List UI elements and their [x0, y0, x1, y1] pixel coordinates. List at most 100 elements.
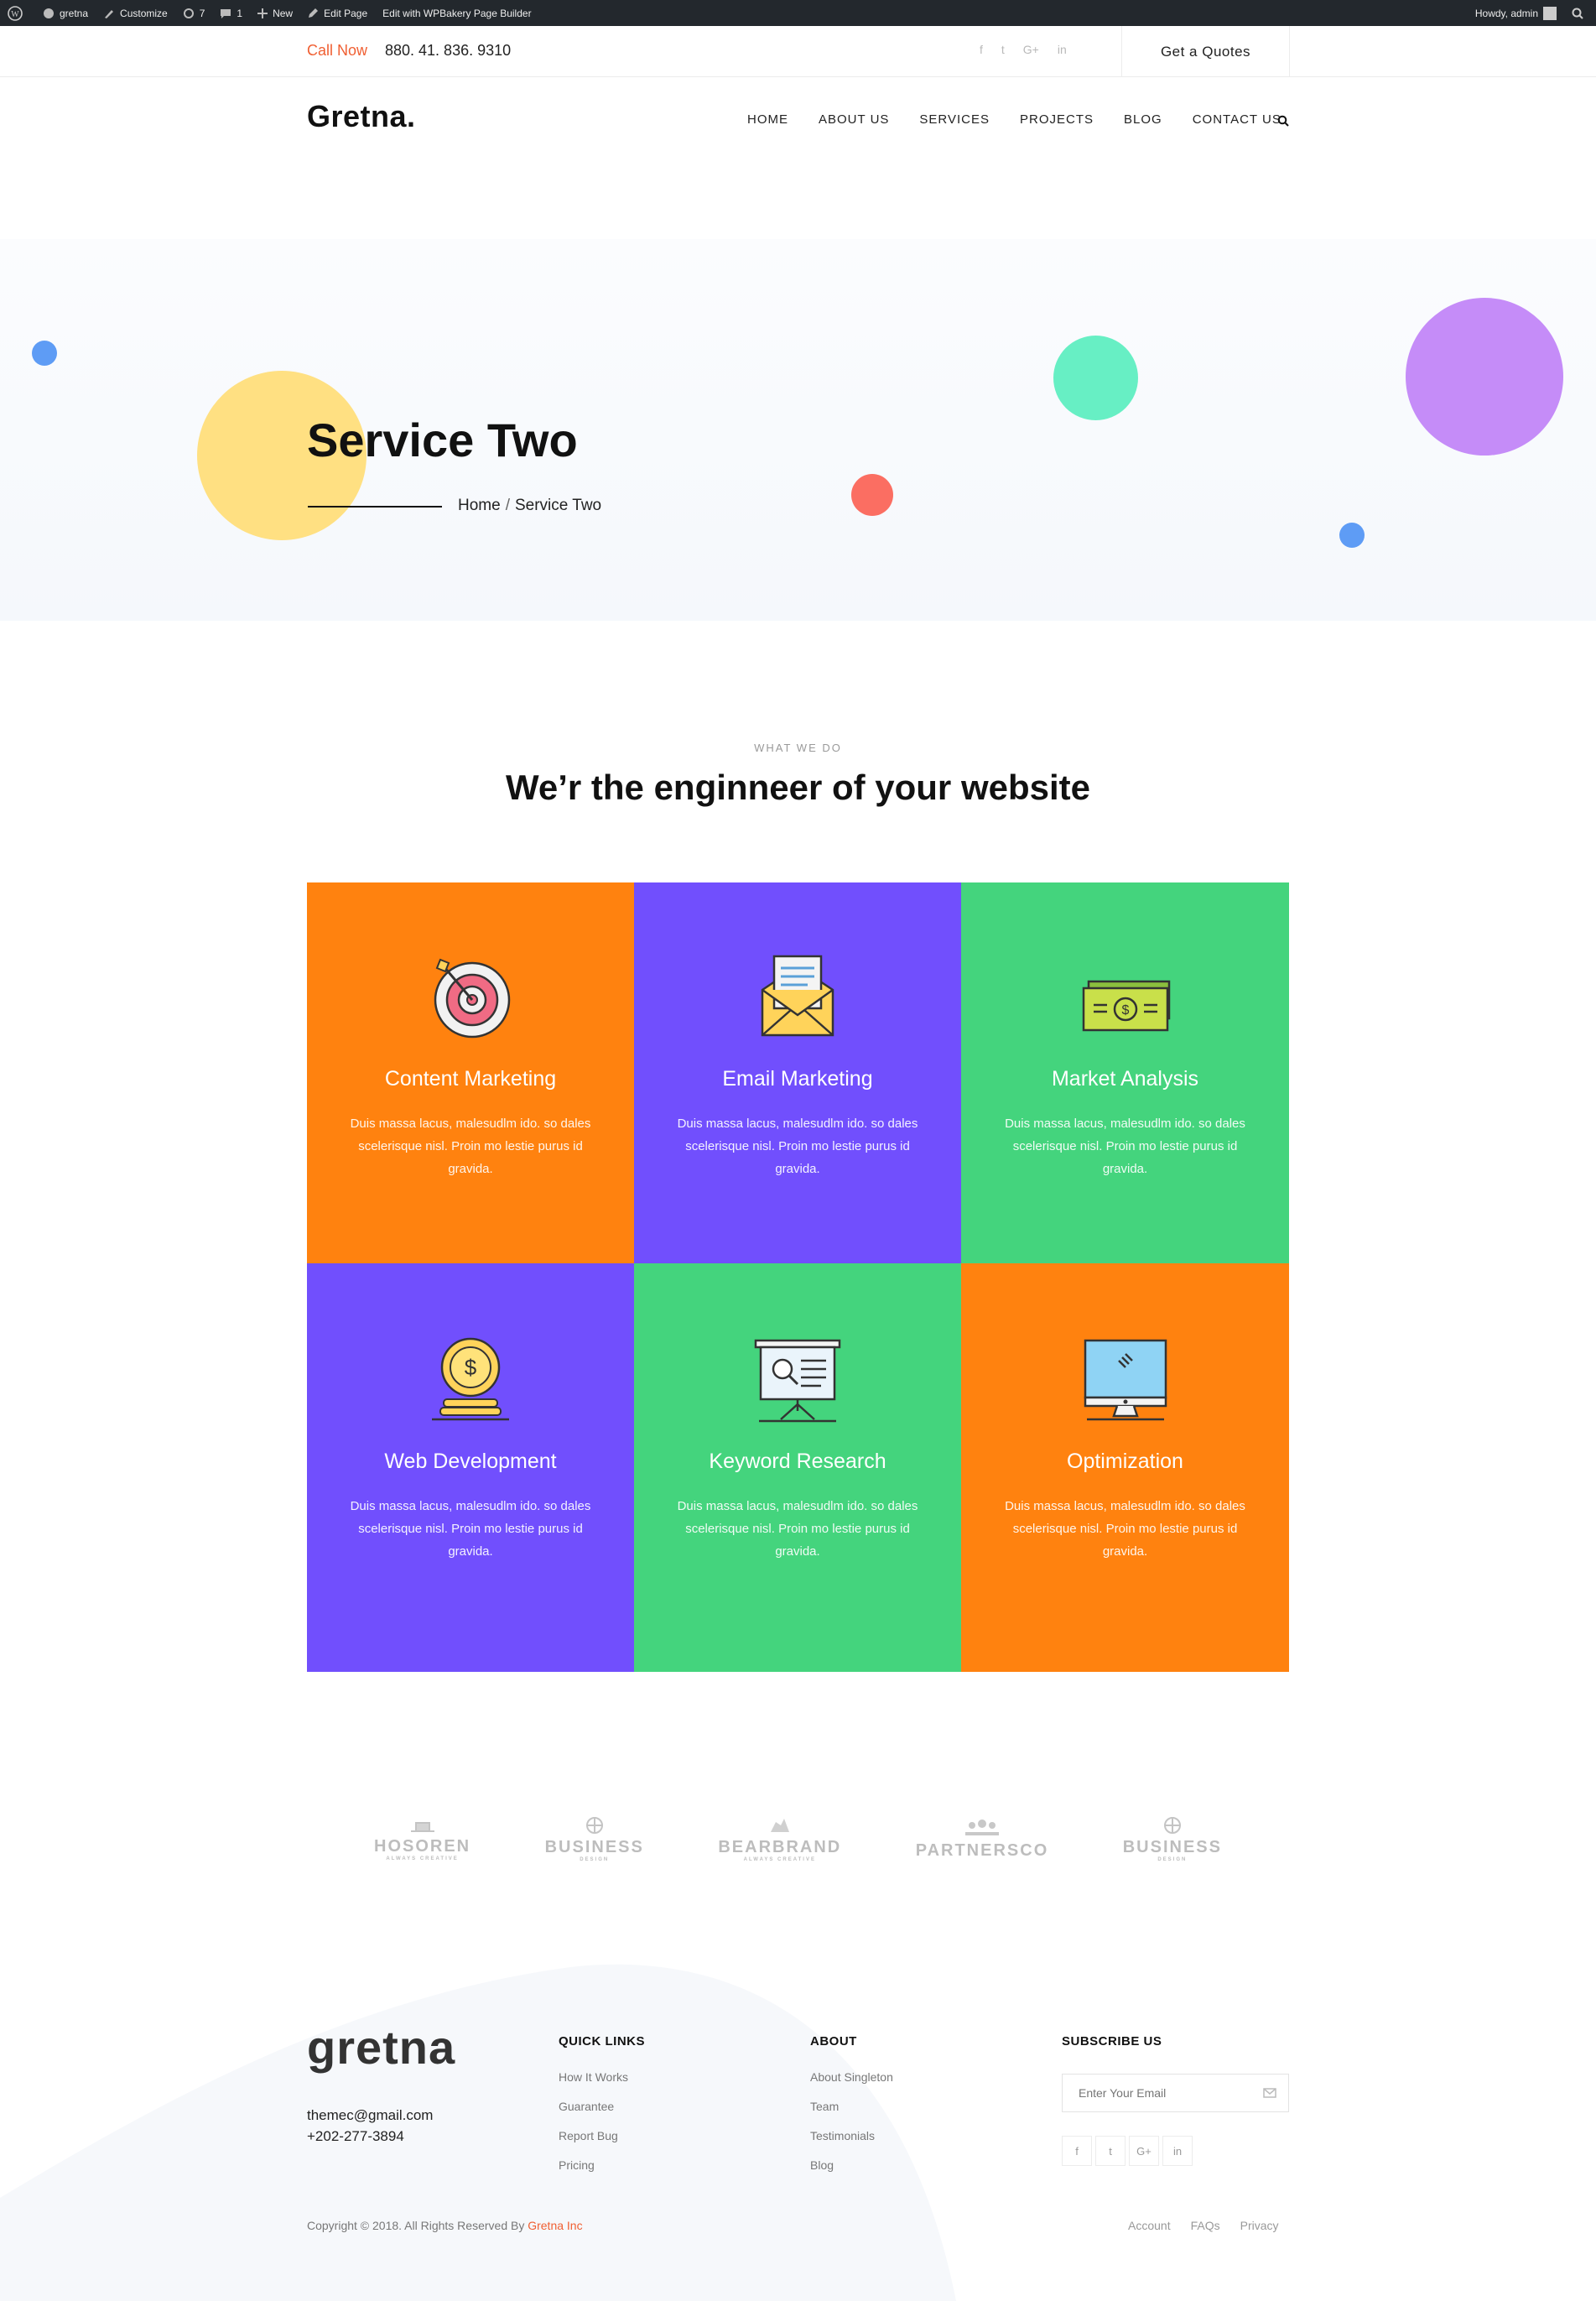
svg-text:W: W [11, 10, 19, 19]
nav-blog[interactable]: BLOG [1124, 112, 1162, 127]
service-card-keyword-research[interactable]: Keyword Research Duis massa lacus, males… [634, 1263, 961, 1672]
service-card-text: Duis massa lacus, malesudlm ido. so dale… [677, 1499, 918, 1559]
my-account-link[interactable]: Howdy, admin [1468, 0, 1564, 26]
service-card-content-marketing[interactable]: Content Marketing Duis massa lacus, male… [307, 882, 634, 1263]
breadcrumb-home[interactable]: Home [458, 497, 501, 514]
service-card-title: Email Marketing [722, 1067, 873, 1091]
site-logo[interactable]: Gretna. [307, 99, 416, 134]
linkedin-icon[interactable]: in [1162, 2136, 1193, 2166]
google-plus-icon[interactable]: G+ [1023, 43, 1039, 56]
service-card-title: Market Analysis [1051, 1067, 1199, 1091]
page-title: Service Two [307, 414, 578, 466]
new-label: New [273, 7, 294, 19]
copyright-text: Copyright © 2018. All Rights Reserved By [307, 2219, 525, 2232]
bear-icon [770, 1819, 789, 1832]
google-plus-icon[interactable]: G+ [1129, 2136, 1159, 2166]
brand-logo[interactable]: BUSINESS DESIGN [545, 1817, 644, 1862]
decor-circle-mint [1053, 336, 1138, 420]
service-card-email-marketing[interactable]: Email Marketing Duis massa lacus, malesu… [634, 882, 961, 1263]
customize-link[interactable]: Customize [96, 0, 175, 26]
account-link[interactable]: Account [1128, 2219, 1171, 2232]
plus-icon [257, 8, 268, 18]
new-content-link[interactable]: New [250, 0, 300, 26]
footer-background [0, 1946, 1596, 2301]
wp-admin-bar: W gretna Customize 7 1 New Edit Page Edi… [0, 0, 1596, 26]
howdy-label: Howdy, admin [1474, 7, 1538, 19]
money-icon: $ [1082, 980, 1170, 1032]
nav-contact-us[interactable]: CONTACT US [1193, 112, 1281, 127]
updates-link[interactable]: 7 [175, 0, 213, 26]
breadcrumb-current: Service Two [514, 497, 602, 514]
subscribe-email-input[interactable] [1063, 2075, 1239, 2111]
facebook-icon[interactable]: f [980, 43, 983, 56]
pencil-icon [309, 8, 319, 18]
brand-name: BUSINESS [1122, 1838, 1222, 1856]
service-card-text: Duis massa lacus, malesudlm ido. so dale… [1005, 1499, 1245, 1559]
comment-icon [221, 8, 231, 18]
site-name-link[interactable]: gretna [35, 0, 96, 26]
decor-circle-red [851, 474, 893, 516]
edit-wpbakery-link[interactable]: Edit with WPBakery Page Builder [375, 0, 538, 26]
brand-name: PARTNERSCO [915, 1841, 1049, 1860]
footer-link[interactable]: Report Bug [559, 2129, 645, 2142]
main-nav: HOME ABOUT US SERVICES PROJECTS BLOG CON… [747, 112, 1312, 127]
brand-tagline: ALWAYS CREATIVE [386, 1856, 459, 1861]
admin-search-button[interactable] [1564, 0, 1596, 26]
brand-tagline: DESIGN [580, 1857, 610, 1862]
about-heading: ABOUT [810, 2034, 857, 2049]
nav-projects[interactable]: PROJECTS [1020, 112, 1094, 127]
faqs-link[interactable]: FAQs [1191, 2219, 1220, 2232]
edit-page-link[interactable]: Edit Page [300, 0, 375, 26]
nav-about-us[interactable]: ABOUT US [819, 112, 889, 127]
service-card-title: Web Development [384, 1450, 557, 1473]
services-grid: Content Marketing Duis massa lacus, male… [307, 882, 1289, 1672]
service-card-market-analysis[interactable]: $ Market Analysis Duis massa lacus, male… [961, 882, 1289, 1263]
phone-number[interactable]: 880. 41. 836. 9310 [385, 42, 511, 60]
breadcrumb-separator: / [505, 497, 510, 514]
copyright: Copyright © 2018. All Rights Reserved By… [307, 2219, 583, 2232]
footer-link[interactable]: How It Works [559, 2070, 645, 2084]
nav-home[interactable]: HOME [747, 112, 788, 127]
edit-wpbakery-label: Edit with WPBakery Page Builder [382, 7, 532, 19]
envelope-icon[interactable] [1263, 2087, 1276, 2099]
brand-logo[interactable]: HOSOREN ALWAYS CREATIVE [374, 1818, 470, 1861]
brand-logo[interactable]: BUSINESS DESIGN [1123, 1817, 1222, 1862]
facebook-icon[interactable]: f [1062, 2136, 1092, 2166]
brand-logo[interactable]: PARTNERSCO [916, 1819, 1049, 1861]
section-eyebrow: WHAT WE DO [754, 742, 842, 754]
brand-name: BEARBRAND [718, 1838, 842, 1856]
footer-link[interactable]: About Singleton [810, 2070, 893, 2084]
call-now-label: Call Now [307, 42, 368, 59]
svg-text:$: $ [1121, 1003, 1129, 1018]
nav-search-button[interactable] [1277, 115, 1289, 131]
privacy-link[interactable]: Privacy [1240, 2219, 1279, 2232]
footer-blob-shape [0, 1964, 956, 2301]
copyright-brand-link[interactable]: Gretna Inc [528, 2219, 582, 2232]
globe-icon [585, 1817, 603, 1834]
brand-tagline: ALWAYS CREATIVE [743, 1857, 816, 1862]
footer-link[interactable]: Guarantee [559, 2100, 645, 2113]
title-underline [308, 506, 442, 508]
brand-logo[interactable]: BEARBRAND ALWAYS CREATIVE [718, 1817, 841, 1862]
linkedin-icon[interactable]: in [1058, 43, 1067, 56]
footer-link[interactable]: Pricing [559, 2158, 645, 2172]
footer-link[interactable]: Testimonials [810, 2129, 893, 2142]
comments-link[interactable]: 1 [212, 0, 250, 26]
footer-email[interactable]: themec@gmail.com [307, 2107, 433, 2124]
search-icon [1277, 115, 1289, 127]
footer-link[interactable]: Blog [810, 2158, 893, 2172]
wp-logo-button[interactable]: W [0, 0, 35, 26]
footer-about: ABOUT About Singleton Team Testimonials … [810, 2034, 893, 2188]
nav-services[interactable]: SERVICES [919, 112, 990, 127]
presentation-icon [754, 1339, 841, 1423]
service-card-title: Content Marketing [384, 1067, 557, 1091]
get-quote-button[interactable]: Get a Quotes [1161, 44, 1250, 60]
comments-count: 1 [237, 7, 243, 19]
service-card-optimization[interactable]: Optimization Duis massa lacus, malesudlm… [961, 1263, 1289, 1672]
footer-phone[interactable]: +202-277-3894 [307, 2128, 404, 2145]
twitter-icon[interactable]: t [1095, 2136, 1126, 2166]
twitter-icon[interactable]: t [1001, 43, 1005, 56]
footer-logo[interactable]: gretna [307, 2020, 455, 2075]
footer-link[interactable]: Team [810, 2100, 893, 2113]
service-card-web-development[interactable]: $ Web Development Duis massa lacus, male… [307, 1263, 634, 1672]
